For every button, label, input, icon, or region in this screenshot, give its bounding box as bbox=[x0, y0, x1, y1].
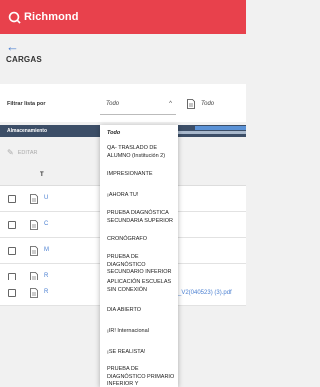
filter-select-secondary[interactable]: Todo bbox=[201, 101, 214, 107]
page-title: CARGAS bbox=[6, 55, 42, 64]
row-name[interactable]: R bbox=[44, 289, 48, 295]
filter-select-primary[interactable]: Todo ^ bbox=[100, 95, 176, 115]
dropdown-option[interactable]: PRUEBA DE DIAGNÓSTICO PRIMARIO INFERIOR … bbox=[107, 366, 175, 387]
filter-select-value: Todo bbox=[106, 101, 120, 107]
app-header: Richmond bbox=[0, 0, 246, 34]
row-checkbox[interactable] bbox=[8, 221, 16, 229]
filter-dropdown-menu: Todo QA- TRASLADO DE ALUMNO (Institución… bbox=[100, 125, 178, 387]
app-root: Richmond ← CARGAS Filtrar lista por Todo… bbox=[0, 0, 246, 387]
document-icon bbox=[187, 99, 195, 109]
dropdown-option[interactable]: PRUEBA DE DIAGNÓSTICO SECUNDARIO INFERIO… bbox=[107, 254, 175, 277]
edit-button[interactable]: ✎ EDITAR bbox=[7, 148, 37, 157]
dropdown-option[interactable]: APLICACIÓN ESCUELAS SIN CONEXIÓN bbox=[107, 279, 175, 294]
file-icon bbox=[30, 194, 38, 204]
dropdown-option[interactable]: CRONÓGRAFO bbox=[107, 236, 175, 244]
row-checkbox[interactable] bbox=[8, 289, 16, 297]
file-link[interactable]: _V2(040523) (3).pdf bbox=[178, 290, 232, 296]
file-icon bbox=[30, 288, 38, 298]
storage-label: Almacenamiento bbox=[7, 127, 48, 134]
richmond-logo-icon bbox=[8, 11, 21, 24]
dropdown-option[interactable]: PRUEBA DIAGNÓSTICA SECUNDARIA SUPERIOR bbox=[107, 210, 175, 225]
column-header: T bbox=[40, 172, 44, 178]
row-checkbox[interactable] bbox=[8, 195, 16, 203]
edit-label: EDITAR bbox=[17, 149, 38, 156]
dropdown-option[interactable]: QA- TRASLADO DE ALUMNO (Institución 2) bbox=[107, 145, 175, 160]
chevron-up-icon: ^ bbox=[169, 101, 172, 107]
row-name[interactable]: U bbox=[44, 195, 48, 201]
dropdown-option[interactable]: IMPRESIONANTE bbox=[107, 171, 175, 179]
file-icon bbox=[30, 246, 38, 256]
row-name[interactable]: R bbox=[44, 273, 48, 279]
dropdown-option[interactable]: DIA ABIERTO bbox=[107, 307, 175, 315]
dropdown-option[interactable]: ¡AHORA TU! bbox=[107, 192, 175, 200]
brand-name: Richmond bbox=[24, 11, 79, 23]
pencil-icon: ✎ bbox=[7, 148, 14, 157]
dropdown-option[interactable]: ¡IR! Internacional bbox=[107, 328, 175, 336]
file-icon bbox=[30, 220, 38, 230]
row-name[interactable]: C bbox=[44, 221, 48, 227]
dropdown-option[interactable]: Todo bbox=[107, 130, 175, 138]
storage-usage-fill bbox=[195, 126, 246, 130]
row-checkbox[interactable] bbox=[8, 247, 16, 255]
row-name[interactable]: M bbox=[44, 247, 49, 253]
filter-label: Filtrar lista por bbox=[7, 101, 46, 107]
back-arrow-icon[interactable]: ← bbox=[6, 40, 19, 53]
dropdown-option[interactable]: ¡SE REALISTA! bbox=[107, 349, 175, 357]
